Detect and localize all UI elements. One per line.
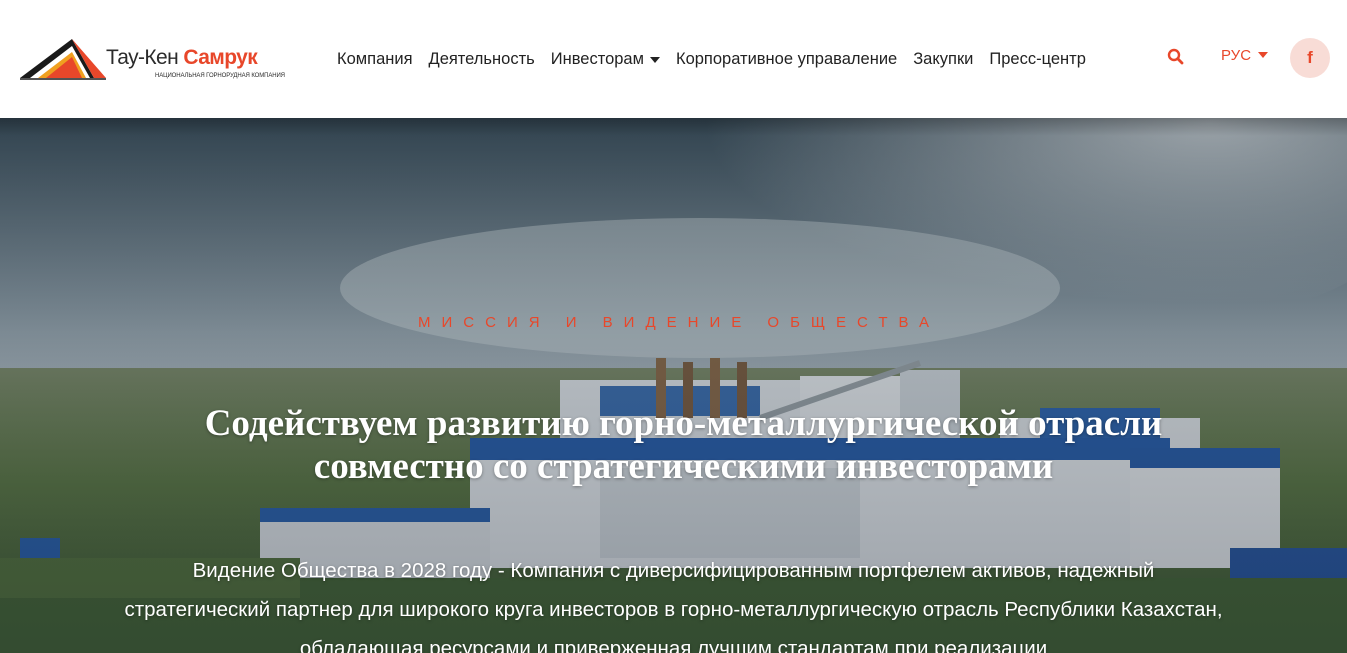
nav-item-procurement[interactable]: Закупки (913, 50, 973, 69)
nav-item-label: Закупки (913, 49, 974, 68)
nav-item-press-center[interactable]: Пресс-центр (989, 50, 1086, 69)
hero-headline-line-2: совместно со стратегическими инвесторами (313, 446, 1054, 487)
nav-item-label: Корпоративное управаление (675, 49, 898, 68)
language-label: РУС (1221, 47, 1252, 64)
chevron-down-icon (1258, 51, 1269, 58)
nav-item-activity[interactable]: Деятельность (429, 50, 535, 69)
search-icon (1167, 48, 1184, 65)
main-nav: Компания Деятельность Инвесторам Корпора… (337, 48, 1102, 70)
nav-item-investors[interactable]: Инвесторам (551, 50, 660, 69)
hero-section: МИССИЯ И ВИДЕНИЕ ОБЩЕСТВА Содействуем ра… (0, 118, 1347, 653)
nav-item-label: Инвесторам (550, 49, 644, 68)
search-button[interactable] (1166, 47, 1186, 67)
hero-headline: Содействуем развитию горно-металлургичес… (120, 402, 1247, 488)
nav-item-label: Деятельность (428, 49, 535, 68)
section-eyebrow: МИССИЯ И ВИДЕНИЕ ОБЩЕСТВА (418, 314, 940, 331)
facebook-button[interactable]: f (1290, 38, 1330, 78)
nav-item-company[interactable]: Компания (337, 50, 413, 69)
nav-item-corporate-governance[interactable]: Корпоративное управаление (676, 50, 897, 69)
vision-statement: Видение Общества в 2028 году - Компания … (124, 559, 1223, 653)
facebook-icon: f (1307, 48, 1313, 67)
nav-item-label: Компания (337, 49, 413, 68)
logo-subtitle: НАЦИОНАЛЬНАЯ ГОРНОРУДНАЯ КОМПАНИЯ (155, 73, 285, 79)
logo-title-main: Тау-Кен (106, 46, 184, 69)
logo-title-accent: Самрук (183, 46, 258, 69)
chevron-down-icon (649, 56, 660, 63)
logo-title: Тау-Кен Самрук (106, 46, 258, 70)
logo-mark-icon (20, 39, 106, 80)
nav-item-label: Пресс-центр (989, 49, 1086, 68)
hero-headline-line-1: Содействуем развитию горно-металлургичес… (204, 403, 1163, 444)
header-shadow (0, 118, 1347, 136)
site-header: Тау-Кен Самрук НАЦИОНАЛЬНАЯ ГОРНОРУДНАЯ … (0, 0, 1347, 118)
language-selector[interactable]: РУС (1221, 47, 1269, 64)
company-logo[interactable]: Тау-Кен Самрук НАЦИОНАЛЬНАЯ ГОРНОРУДНАЯ … (20, 37, 285, 83)
